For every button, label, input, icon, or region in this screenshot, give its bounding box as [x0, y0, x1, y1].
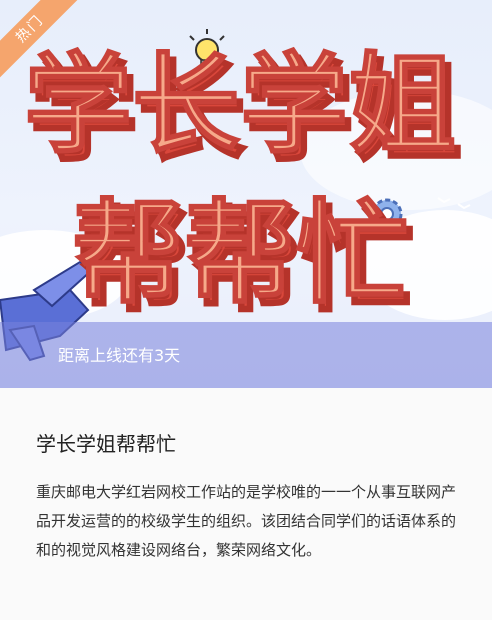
banner-image: 学长学姐 学长学姐 帮帮忙 帮帮忙 距离上线还有3天 热门	[0, 0, 492, 388]
headline-line1: 学长学姐	[24, 43, 456, 168]
card-content: 学长学姐帮帮忙 重庆邮电大学红岩网校工作站的是学校唯的一一个从事互联网产品开发运…	[0, 388, 492, 620]
bird-icon	[437, 197, 451, 204]
card-title[interactable]: 学长学姐帮帮忙	[36, 428, 176, 457]
headline-line2: 帮帮忙	[72, 189, 408, 319]
bird-icon	[457, 203, 471, 210]
countdown-text: 距离上线还有3天	[58, 346, 181, 365]
card-description: 重庆邮电大学红岩网校工作站的是学校唯的一一个从事互联网产品开发运营的的校级学生的…	[36, 483, 457, 559]
event-card[interactable]: 学长学姐 学长学姐 帮帮忙 帮帮忙 距离上线还有3天 热门 学长学姐帮帮忙 重庆…	[0, 0, 492, 620]
